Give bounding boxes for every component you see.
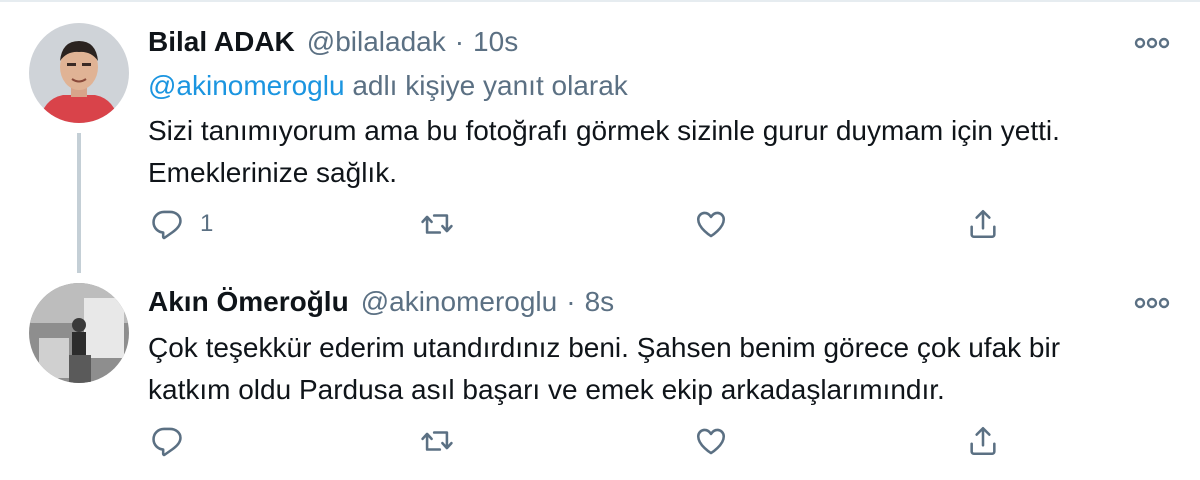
author-handle[interactable]: @akinomeroglu [361, 286, 558, 318]
thread-connector-line [77, 133, 81, 273]
retweet-button[interactable] [420, 423, 454, 459]
share-icon [970, 426, 996, 456]
retweet-button[interactable] [420, 206, 454, 242]
more-dots-icon [1134, 297, 1170, 309]
tweet-time[interactable]: 10s [473, 26, 518, 58]
tweet-text-line: Sizi tanımıyorum ama bu fotoğrafı görmek… [148, 115, 1060, 146]
like-button[interactable] [694, 423, 728, 459]
more-options-button[interactable] [1134, 33, 1170, 53]
retweet-icon [421, 431, 453, 451]
reply-icon [152, 210, 182, 240]
tweet-text: Çok teşekkür ederim utandırdınız beni. Ş… [148, 327, 1178, 411]
avatar-akin-image [29, 283, 129, 383]
reply-count: 1 [200, 210, 214, 237]
reply-icon [152, 427, 182, 457]
tweet-text-line: Emeklerinize sağlık. [148, 157, 397, 188]
more-options-button[interactable] [1134, 293, 1170, 313]
replying-to: @akinomeroglu adlı kişiye yanıt olarak [148, 70, 628, 102]
reply-button[interactable] [150, 423, 200, 459]
author-name[interactable]: Akın Ömeroğlu [148, 286, 349, 318]
share-button[interactable] [966, 206, 1000, 242]
tweet-text-line: Çok teşekkür ederim utandırdınız beni. Ş… [148, 332, 1061, 363]
share-button[interactable] [966, 423, 1000, 459]
separator-dot: · [454, 26, 465, 57]
avatar-akin[interactable] [29, 283, 129, 383]
retweet-icon [421, 214, 453, 234]
tweet-2[interactable]: Akın Ömeroğlu @akinomeroglu · 8s Çok teş… [0, 275, 1200, 480]
author-name[interactable]: Bilal ADAK [148, 26, 295, 58]
avatar-bilal[interactable] [29, 23, 129, 123]
tweet-header: Akın Ömeroğlu @akinomeroglu · 8s [148, 286, 614, 326]
tweet-header: Bilal ADAK @bilaladak · 10s [148, 26, 518, 66]
tweet-1[interactable]: Bilal ADAK @bilaladak · 10s @akinomerogl… [0, 0, 1200, 275]
like-button[interactable] [694, 206, 728, 242]
tweet-text-line: katkım oldu Pardusa asıl başarı ve emek … [148, 374, 945, 405]
more-dots-icon [1134, 37, 1170, 49]
avatar-bilal-image [29, 23, 129, 123]
tweet-time[interactable]: 8s [585, 286, 615, 318]
reply-button[interactable]: 1 [150, 206, 213, 242]
like-icon [696, 211, 726, 238]
reply-suffix: adlı kişiye yanıt olarak [352, 70, 628, 101]
share-icon [970, 209, 996, 239]
separator-dot: · [566, 286, 576, 317]
like-icon [696, 428, 726, 455]
reply-mention-link[interactable]: @akinomeroglu [148, 70, 345, 101]
author-handle[interactable]: @bilaladak [307, 26, 446, 58]
tweet-text: Sizi tanımıyorum ama bu fotoğrafı görmek… [148, 110, 1178, 194]
